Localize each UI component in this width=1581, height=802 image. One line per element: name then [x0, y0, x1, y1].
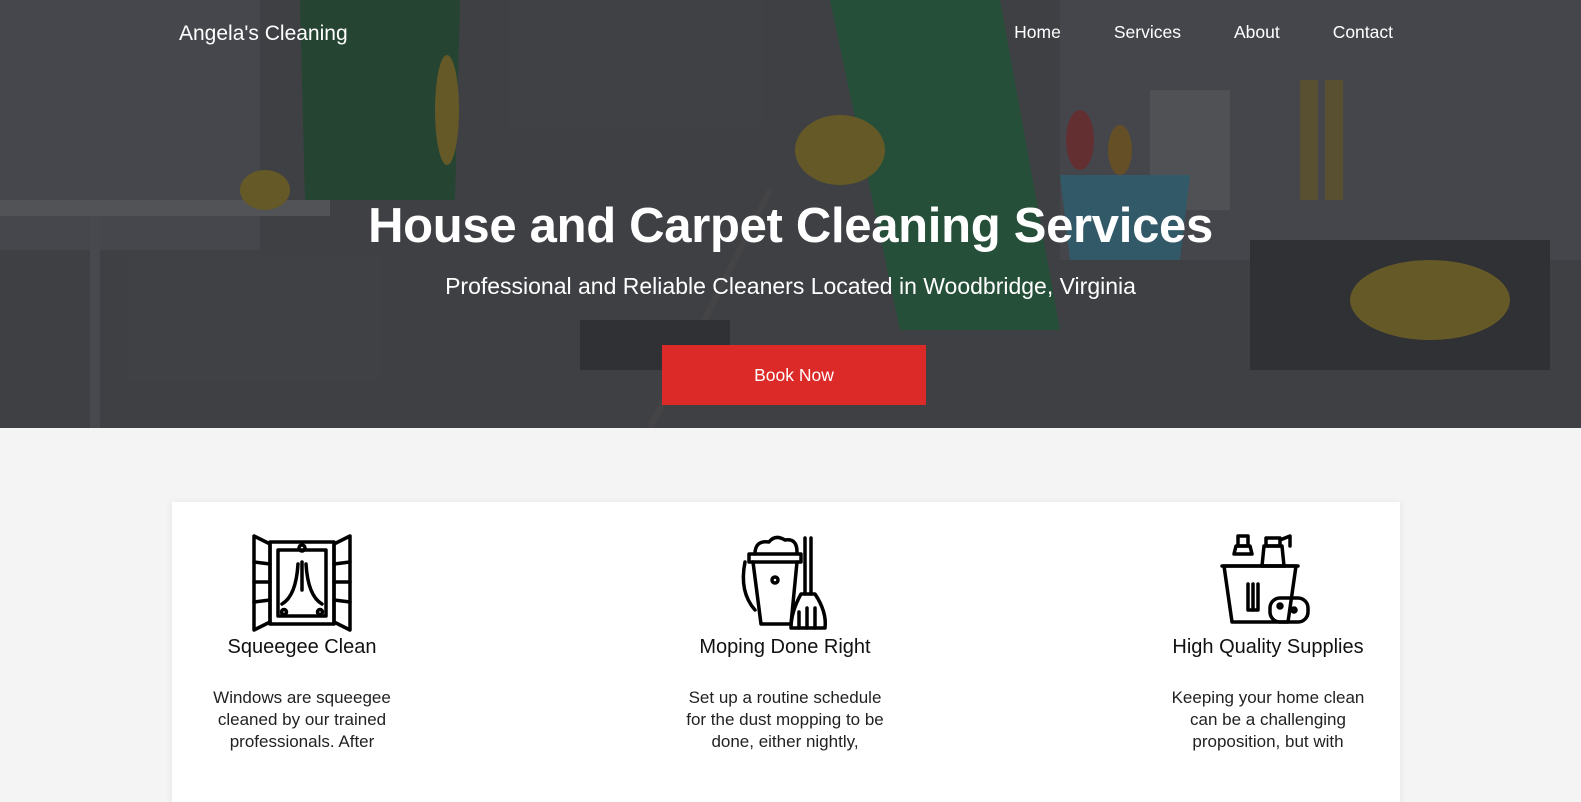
nav-home[interactable]: Home: [1014, 22, 1061, 43]
bucket-mop-icon: [741, 535, 828, 630]
cleaning-supplies-icon: [1220, 534, 1310, 624]
feature-title: High Quality Supplies: [1172, 636, 1364, 658]
book-now-button[interactable]: Book Now: [662, 345, 926, 405]
hero-title: House and Carpet Cleaning Services: [368, 199, 1213, 253]
hero-section: Angela's Cleaning Home Services About Co…: [0, 0, 1581, 428]
nav-services[interactable]: Services: [1114, 22, 1181, 43]
window-squeegee-icon: [252, 534, 352, 632]
feature-description: Keeping your home clean can be a challen…: [1171, 688, 1365, 751]
nav-about[interactable]: About: [1234, 22, 1280, 43]
main-nav: Home Services About Contact: [1014, 22, 1393, 43]
feature-title: Squeegee Clean: [227, 636, 377, 658]
hero-subtitle: Professional and Reliable Cleaners Locat…: [445, 273, 1136, 299]
feature-description: Set up a routine schedule for the dust m…: [686, 688, 884, 751]
brand-logo-text[interactable]: Angela's Cleaning: [179, 22, 348, 46]
feature-title: Moping Done Right: [699, 636, 871, 658]
nav-contact[interactable]: Contact: [1333, 22, 1393, 43]
feature-description: Windows are squeegee cleaned by our trai…: [213, 688, 391, 751]
features-card: Squeegee Clean Windows are squeegee clea…: [172, 502, 1400, 802]
